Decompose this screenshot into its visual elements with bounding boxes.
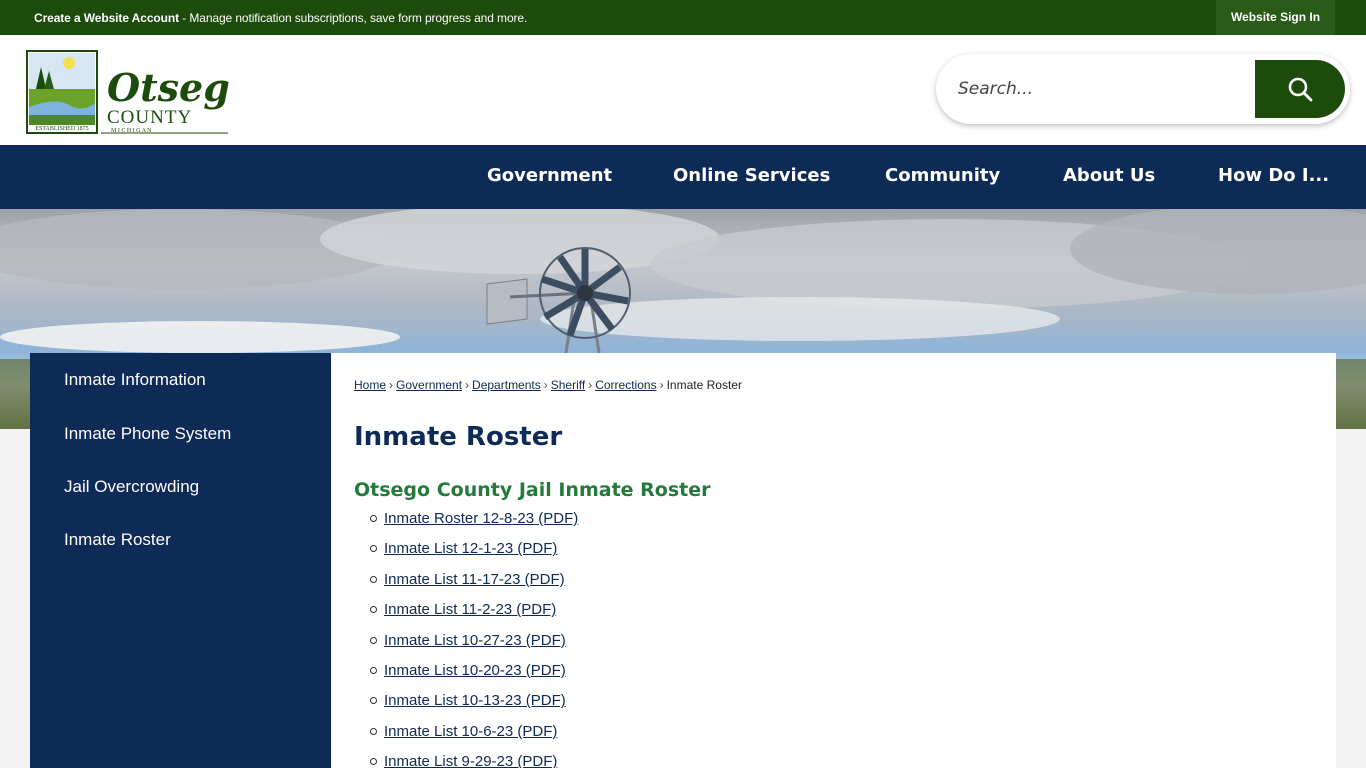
breadcrumb-corrections[interactable]: Corrections	[595, 378, 656, 392]
list-item: Inmate List 10-6-23 (PDF)	[369, 723, 578, 753]
nav-how-do-i[interactable]: How Do I...	[1218, 145, 1329, 209]
search-input[interactable]	[958, 69, 1248, 109]
breadcrumb-separator: ›	[465, 378, 470, 392]
list-item: Inmate List 12-1-23 (PDF)	[369, 540, 578, 570]
established-text: ESTABLISHED 1875	[35, 126, 88, 132]
list-item: Inmate List 11-2-23 (PDF)	[369, 601, 578, 631]
document-link[interactable]: Inmate List 9-29-23 (PDF)	[384, 753, 557, 768]
sidebar-item-jail-overcrowding[interactable]: Jail Overcrowding	[64, 477, 199, 497]
sidebar-item-inmate-information[interactable]: Inmate Information	[64, 370, 206, 390]
website-sign-in-button[interactable]: Website Sign In	[1216, 0, 1335, 35]
create-account-bold[interactable]: Create a Website Account	[34, 11, 179, 25]
sidebar-item-inmate-roster[interactable]: Inmate Roster	[64, 530, 171, 550]
nav-community[interactable]: Community	[885, 145, 1000, 209]
logo-county-text: COUNTY	[107, 107, 192, 128]
list-item: Inmate List 10-13-23 (PDF)	[369, 692, 578, 722]
breadcrumb-home[interactable]: Home	[354, 378, 386, 392]
list-item: Inmate Roster 12-8-23 (PDF)	[369, 510, 578, 540]
list-item: Inmate List 10-27-23 (PDF)	[369, 632, 578, 662]
utility-bar: Create a Website Account - Manage notifi…	[0, 0, 1366, 35]
breadcrumb-separator: ›	[543, 378, 548, 392]
site-header: ESTABLISHED 1875 Otsego COUNTY M I C H I…	[0, 35, 1366, 145]
breadcrumb-separator: ›	[588, 378, 593, 392]
page-title: Inmate Roster	[354, 422, 563, 452]
nav-about-us[interactable]: About Us	[1063, 145, 1155, 209]
breadcrumb: Home › Government › Departments › Sheriff › Corr…	[354, 378, 742, 392]
search-icon	[1288, 77, 1313, 102]
sidebar-item-inmate-phone-system[interactable]: Inmate Phone System	[64, 424, 231, 444]
breadcrumb-separator: ›	[389, 378, 394, 392]
list-item: Inmate List 10-20-23 (PDF)	[369, 662, 578, 692]
main-content: Home › Government › Departments › Sheriff › Corr…	[331, 353, 1336, 768]
breadcrumb-separator: ›	[659, 378, 664, 392]
search-button[interactable]	[1255, 60, 1345, 118]
breadcrumb-current: Inmate Roster	[666, 378, 742, 392]
breadcrumb-departments[interactable]: Departments	[472, 378, 541, 392]
nav-government[interactable]: Government	[487, 145, 612, 209]
document-link[interactable]: Inmate List 11-2-23 (PDF)	[384, 601, 556, 618]
document-link[interactable]: Inmate List 10-27-23 (PDF)	[384, 632, 566, 649]
document-list: Inmate Roster 12-8-23 (PDF) Inmate List …	[369, 510, 578, 768]
main-navigation: Government Online Services Community Abo…	[0, 145, 1366, 209]
section-title: Otsego County Jail Inmate Roster	[354, 479, 711, 501]
list-item: Inmate List 9-29-23 (PDF)	[369, 753, 578, 768]
list-item: Inmate List 11-17-23 (PDF)	[369, 571, 578, 601]
create-account-description[interactable]: - Manage notification subscriptions, sav…	[179, 11, 527, 25]
document-link[interactable]: Inmate List 12-1-23 (PDF)	[384, 540, 557, 557]
county-logo[interactable]: ESTABLISHED 1875 Otsego COUNTY M I C H I…	[25, 49, 255, 135]
breadcrumb-sheriff[interactable]: Sheriff	[551, 378, 585, 392]
document-link[interactable]: Inmate Roster 12-8-23 (PDF)	[384, 510, 578, 527]
search-bar	[936, 54, 1350, 124]
document-link[interactable]: Inmate List 11-17-23 (PDF)	[384, 571, 565, 588]
document-link[interactable]: Inmate List 10-20-23 (PDF)	[384, 662, 566, 679]
document-link[interactable]: Inmate List 10-6-23 (PDF)	[384, 723, 557, 740]
nav-online-services[interactable]: Online Services	[673, 145, 830, 209]
breadcrumb-government[interactable]: Government	[396, 378, 462, 392]
sidebar-navigation: Inmate Information Inmate Phone System J…	[30, 353, 331, 768]
county-logo-graphic: ESTABLISHED 1875 Otsego COUNTY M I C H I…	[26, 50, 255, 134]
document-link[interactable]: Inmate List 10-13-23 (PDF)	[384, 692, 566, 709]
logo-script-text: Otsego	[107, 65, 230, 110]
create-account-link[interactable]: Create a Website Account - Manage notifi…	[34, 11, 527, 25]
